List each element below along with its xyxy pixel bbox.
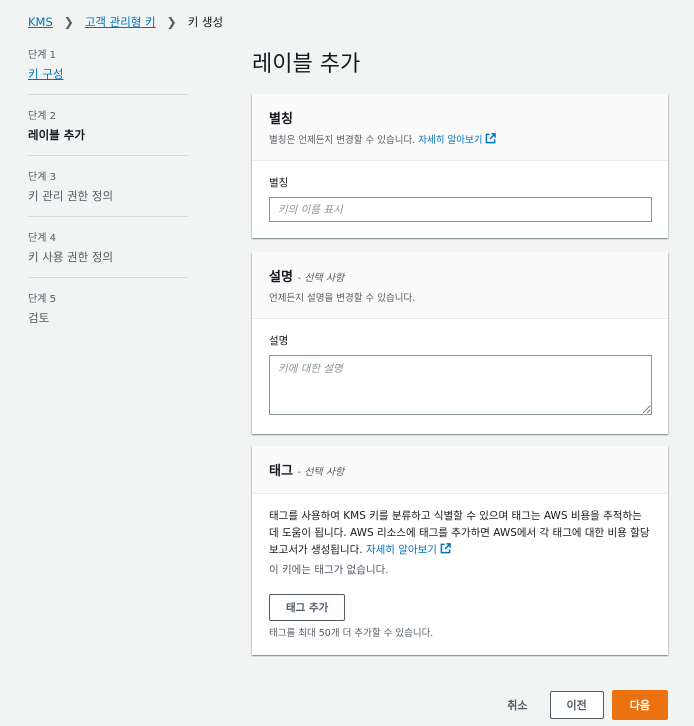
tags-panel: 태그 - 선택 사항 태그를 사용하여 KMS 키를 분류하고 식별할 수 있으… (252, 446, 668, 655)
chevron-right-icon: ❯ (166, 15, 177, 29)
next-button[interactable]: 다음 (611, 690, 668, 720)
wizard-steps: 단계 1 키 구성 단계 2 레이블 추가 단계 3 키 관리 권한 정의 단계… (28, 46, 188, 350)
description-panel-body: 설명 (252, 319, 668, 434)
alias-field-label: 별칭 (269, 177, 289, 189)
description-field-label: 설명 (269, 335, 289, 347)
step-label-add-labels: 레이블 추가 (28, 128, 85, 142)
breadcrumb-current: 키 생성 (187, 15, 224, 29)
breadcrumb-customer-managed-keys[interactable]: 고객 관리형 키 (85, 14, 156, 30)
tags-title-text: 태그 (269, 464, 293, 479)
step-3: 단계 3 키 관리 권한 정의 (28, 168, 188, 217)
external-link-icon (486, 133, 497, 144)
previous-button[interactable]: 이전 (549, 691, 604, 719)
add-tag-button[interactable]: 태그 추가 (269, 594, 346, 621)
wizard-footer: 취소 이전 다음 (493, 690, 668, 720)
tags-panel-body: 태그를 사용하여 KMS 키를 분류하고 식별할 수 있으며 태그는 AWS 비… (252, 494, 668, 655)
alias-input[interactable] (269, 197, 652, 222)
alias-panel-description: 별칭은 언제든지 변경할 수 있습니다. 자세히 알아보기 (269, 132, 651, 146)
description-panel: 설명 - 선택 사항 언제든지 설명을 변경할 수 있습니다. 설명 (252, 252, 668, 434)
alias-panel-header: 별칭 별칭은 언제든지 변경할 수 있습니다. 자세히 알아보기 (252, 94, 668, 161)
tags-panel-header: 태그 - 선택 사항 (252, 446, 668, 494)
cancel-button[interactable]: 취소 (493, 691, 541, 719)
step-5: 단계 5 검토 (28, 290, 188, 338)
external-link-icon (440, 543, 451, 554)
breadcrumb-kms[interactable]: KMS (28, 15, 53, 29)
learn-more-label: 자세히 알아보기 (365, 544, 437, 556)
description-title-text: 설명 (269, 270, 293, 285)
optional-label: - 선택 사항 (297, 467, 345, 478)
breadcrumb: KMS ❯ 고객 관리형 키 ❯ 키 생성 (28, 14, 223, 30)
no-tags-message: 이 키에는 태그가 없습니다. (269, 564, 389, 576)
description-panel-title: 설명 - 선택 사항 (269, 266, 651, 285)
step-number: 단계 2 (28, 111, 56, 122)
alias-panel: 별칭 별칭은 언제든지 변경할 수 있습니다. 자세히 알아보기 별칭 (252, 94, 668, 238)
description-panel-header: 설명 - 선택 사항 언제든지 설명을 변경할 수 있습니다. (252, 252, 668, 319)
step-number: 단계 1 (28, 50, 56, 61)
tags-panel-title: 태그 - 선택 사항 (269, 460, 651, 479)
description-textarea[interactable] (269, 355, 652, 415)
step-number: 단계 3 (28, 172, 56, 183)
step-number: 단계 4 (28, 233, 56, 244)
step-4: 단계 4 키 사용 권한 정의 (28, 229, 188, 278)
step-label-review: 검토 (28, 311, 50, 325)
step-2: 단계 2 레이블 추가 (28, 107, 188, 156)
learn-more-label: 자세히 알아보기 (418, 135, 483, 146)
chevron-right-icon: ❯ (63, 15, 74, 29)
step-label-admin-permissions: 키 관리 권한 정의 (28, 189, 114, 203)
tags-learn-more-link[interactable]: 자세히 알아보기 (365, 543, 451, 556)
alias-learn-more-link[interactable]: 자세히 알아보기 (418, 133, 497, 146)
alias-desc-text: 별칭은 언제든지 변경할 수 있습니다. (269, 135, 416, 146)
step-1: 단계 1 키 구성 (28, 46, 188, 95)
tags-limit-hint: 태그를 최대 50개 더 추가할 수 있습니다. (269, 628, 434, 639)
tags-body-text: 태그를 사용하여 KMS 키를 분류하고 식별할 수 있으며 태그는 AWS 비… (269, 510, 650, 556)
tags-description: 태그를 사용하여 KMS 키를 분류하고 식별할 수 있으며 태그는 AWS 비… (269, 508, 651, 559)
step-number: 단계 5 (28, 294, 56, 305)
alias-panel-body: 별칭 (252, 161, 668, 238)
step-link-configure-key[interactable]: 키 구성 (28, 67, 63, 81)
description-panel-desc: 언제든지 설명을 변경할 수 있습니다. (269, 293, 416, 304)
page-title: 레이블 추가 (252, 52, 361, 77)
step-label-usage-permissions: 키 사용 권한 정의 (28, 250, 114, 264)
optional-label: - 선택 사항 (297, 273, 345, 284)
alias-panel-title: 별칭 (269, 112, 293, 127)
